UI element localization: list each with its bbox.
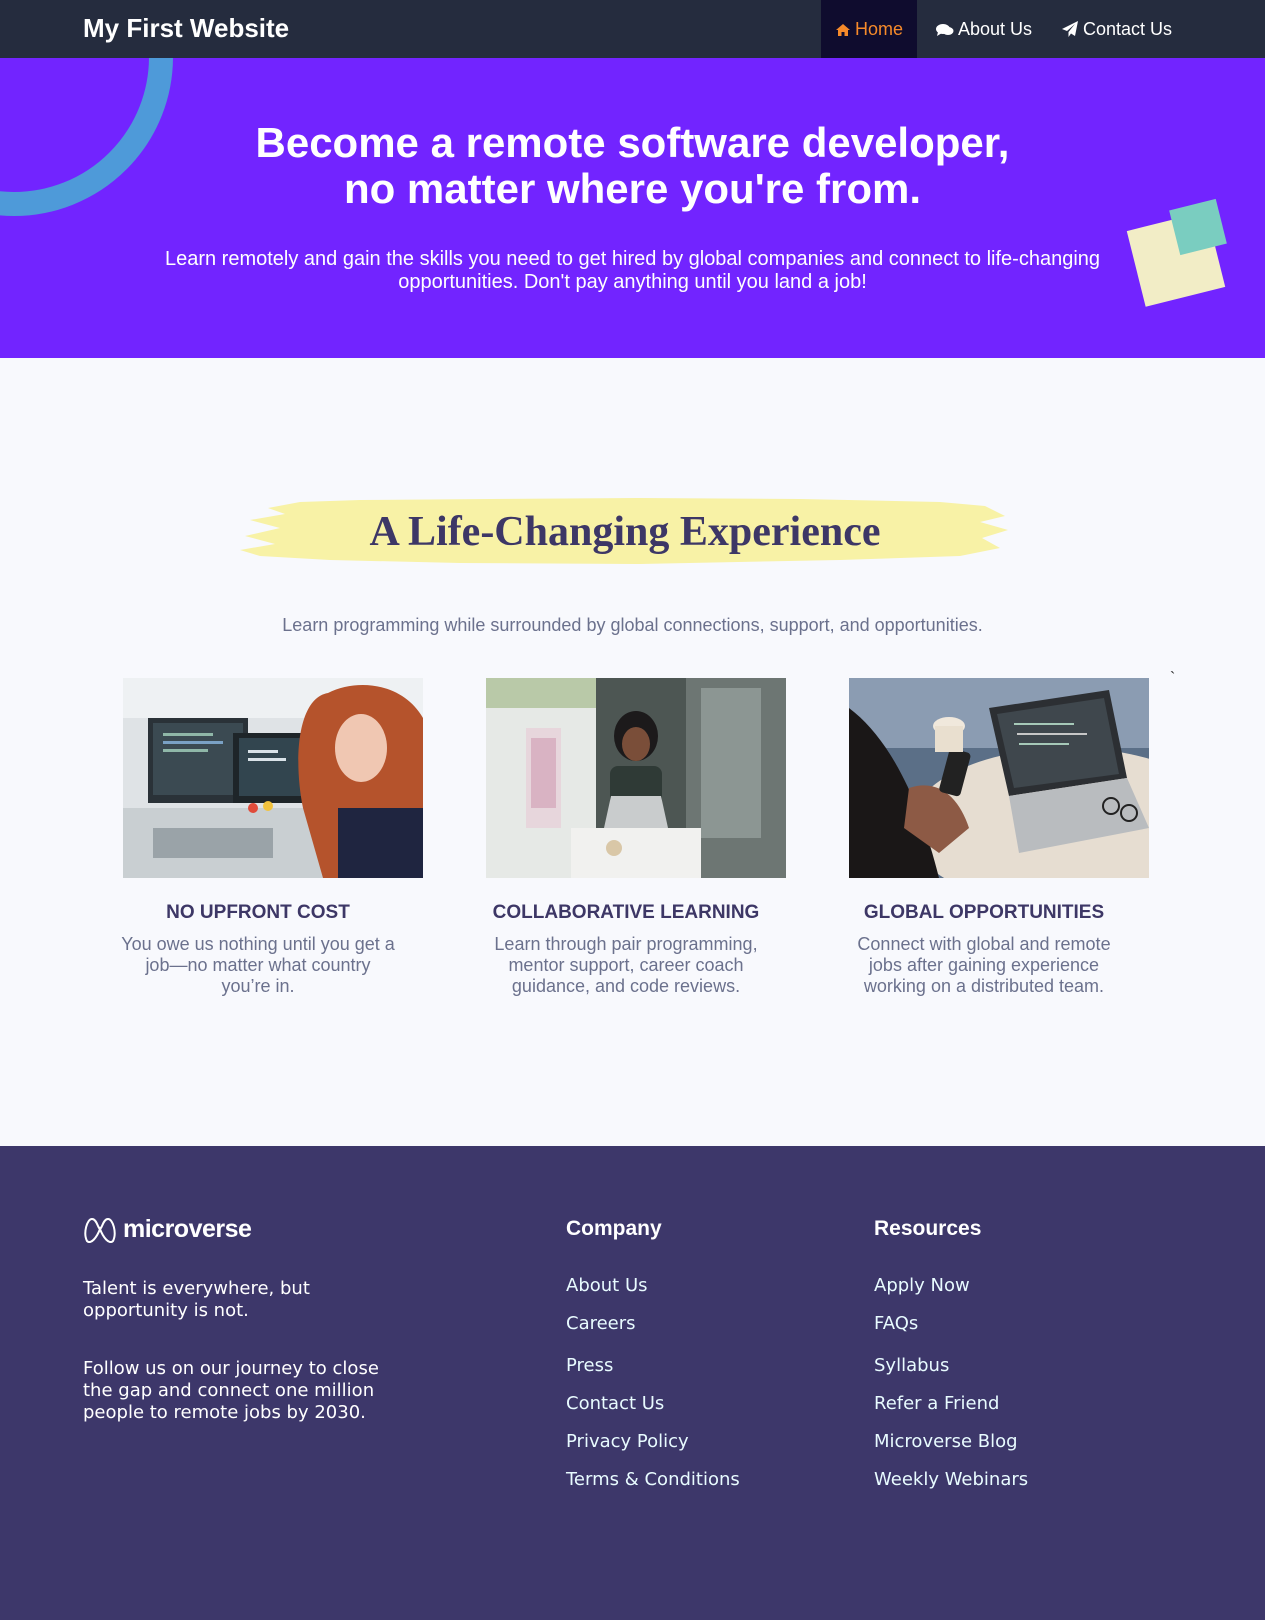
hero-title: Become a remote software developer, no m… [0,120,1265,212]
microverse-logo-icon [84,1217,116,1243]
site-brand[interactable]: My First Website [83,12,289,44]
footer-link-refer-a-friend[interactable]: Refer a Friend [874,1393,999,1415]
section-subheading: Learn programming while surrounded by gl… [282,615,983,635]
footer-resources-title: Resources [874,1217,982,1240]
footer-link-terms[interactable]: Terms & Conditions [566,1469,740,1491]
footer-tagline: Talent is everywhere, but opportunity is… [83,1278,310,1321]
card-title: NO UPFRONT COST [166,902,350,923]
hero-subtitle: Learn remotely and gain the skills you n… [164,248,1101,293]
section-heading-wrap: A Life-Changing Experience [240,496,1010,568]
feature-card-global-opportunities: GLOBAL OPPORTUNITIES Connect with global… [849,678,1149,996]
card-text: Connect with global and remote jobs afte… [857,934,1111,996]
footer-link-apply-now[interactable]: Apply Now [874,1275,970,1297]
card-image-cafe-photo [486,678,786,878]
feature-card-collaborative-learning: COLLABORATIVE LEARNING Learn through pai… [486,678,786,996]
card-text: You owe us nothing until you get a job—n… [121,934,395,996]
logo-text: microverse [123,1215,252,1243]
home-icon [835,24,850,36]
card-text: Learn through pair programming, mentor s… [494,934,758,996]
comments-icon [936,24,954,36]
footer-link-faqs[interactable]: FAQs [874,1313,918,1335]
hero-title-line-2: no matter where you're from. [343,165,922,212]
footer-link-contact-us[interactable]: Contact Us [566,1393,664,1415]
footer-link-syllabus[interactable]: Syllabus [874,1355,949,1377]
card-image-laptop-photo [849,678,1149,878]
nav-item-label: Home [854,19,903,39]
nav-item-label: Contact Us [1083,19,1173,39]
nav-item-about[interactable]: About Us [936,0,1032,58]
stray-character: ` [1170,670,1176,687]
paper-plane-icon [1062,21,1078,37]
hero-title-line-1: Become a remote software developer, [255,119,1010,166]
nav-item-contact[interactable]: Contact Us [1062,0,1172,58]
footer-link-press[interactable]: Press [566,1355,613,1377]
footer-link-careers[interactable]: Careers [566,1313,636,1335]
feature-card-no-upfront-cost: NO UPFRONT COST You owe us nothing until… [121,678,423,996]
card-image-desk-photo [123,678,423,878]
nav-item-home[interactable]: Home [821,0,917,58]
footer-link-about-us[interactable]: About Us [566,1275,648,1297]
hero-section: Become a remote software developer, no m… [0,58,1265,358]
footer-company-title: Company [566,1217,662,1240]
footer: microverse Talent is everywhere, but opp… [0,1146,1265,1620]
section-heading: A Life-Changing Experience [369,509,881,555]
nav-item-label: About Us [958,19,1033,39]
navbar: My First Website Home About Us Contact U… [0,0,1265,58]
footer-mission: Follow us on our journey to close the ga… [83,1358,379,1423]
card-title: GLOBAL OPPORTUNITIES [863,902,1105,923]
card-title: COLLABORATIVE LEARNING [492,902,760,923]
footer-link-weekly-webinars[interactable]: Weekly Webinars [874,1469,1028,1491]
footer-link-microverse-blog[interactable]: Microverse Blog [874,1431,1018,1453]
footer-link-privacy-policy[interactable]: Privacy Policy [566,1431,689,1453]
